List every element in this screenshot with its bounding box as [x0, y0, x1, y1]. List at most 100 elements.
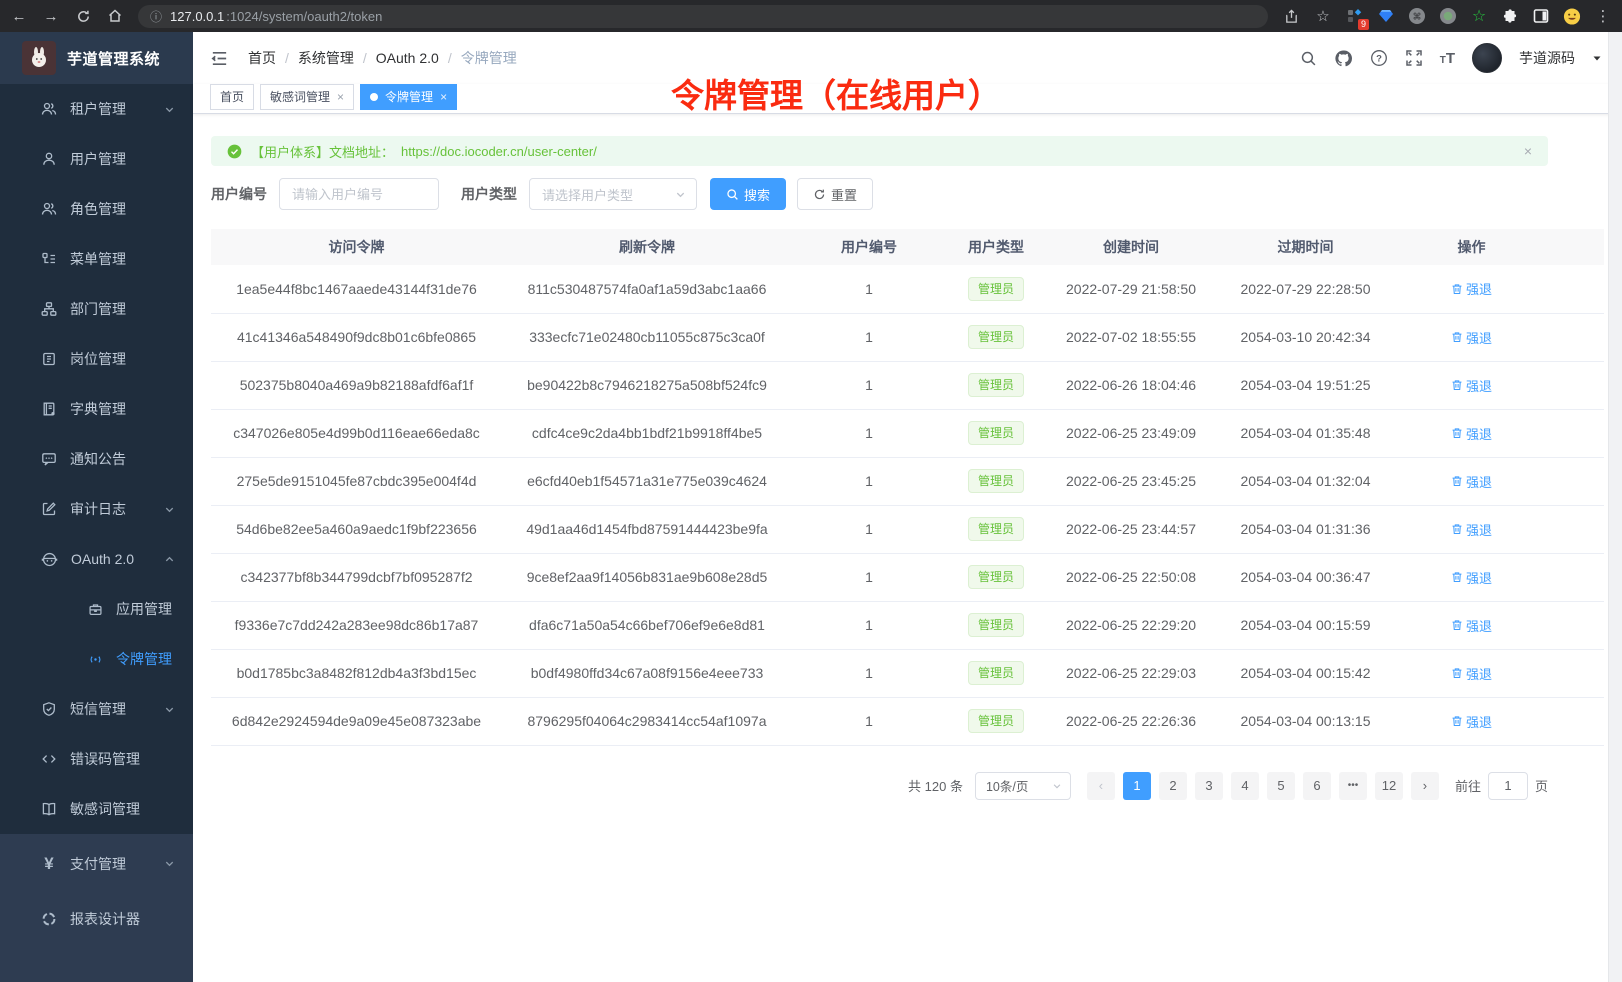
sidebar-item-sensitive-words[interactable]: 敏感词管理: [0, 784, 193, 834]
cell-user-id: 1: [792, 265, 946, 313]
breadcrumb-home[interactable]: 首页: [248, 48, 276, 68]
sidebar-item-audit[interactable]: 审计日志: [0, 484, 193, 534]
site-info-icon[interactable]: ⓘ: [150, 8, 162, 25]
sidebar-item-errcode[interactable]: 错误码管理: [0, 734, 193, 784]
sidebar-item-tenant[interactable]: 租户管理: [0, 84, 193, 134]
forward-icon[interactable]: →: [42, 7, 60, 25]
tab-token-active[interactable]: 令牌管理 ×: [360, 84, 457, 110]
logo-row[interactable]: 芋道管理系统: [0, 32, 193, 84]
record-circle-icon[interactable]: [1439, 7, 1457, 25]
caret-down-icon[interactable]: [1592, 53, 1602, 63]
alert-close-icon[interactable]: ×: [1524, 143, 1532, 159]
force-logout-button[interactable]: 强退: [1451, 376, 1492, 395]
cell-user-type: 管理员: [946, 313, 1046, 361]
next-page-button[interactable]: ›: [1411, 772, 1439, 800]
force-logout-button[interactable]: 强退: [1451, 279, 1492, 298]
sidebar-item-label: 支付管理: [70, 854, 126, 874]
sidebar-item-label: 租户管理: [70, 99, 126, 119]
page-scrollbar[interactable]: [1608, 32, 1622, 982]
sidebar-item-dept[interactable]: 部门管理: [0, 284, 193, 334]
breadcrumb-oauth[interactable]: OAuth 2.0: [376, 50, 439, 66]
force-logout-button[interactable]: 强退: [1451, 712, 1492, 731]
sidebar-item-post[interactable]: 岗位管理: [0, 334, 193, 384]
col-actions: 操作: [1395, 229, 1548, 265]
share-icon[interactable]: [1282, 7, 1300, 25]
page-button-6[interactable]: 6: [1303, 772, 1331, 800]
font-size-icon[interactable]: TT: [1440, 51, 1455, 66]
sidebar-item-oauth[interactable]: OAuth 2.0: [0, 534, 193, 584]
force-logout-button[interactable]: 强退: [1451, 520, 1492, 539]
breadcrumb-system[interactable]: 系统管理: [298, 48, 354, 68]
emoji-profile-icon[interactable]: [1563, 7, 1581, 25]
user-type-select[interactable]: 请选择用户类型: [529, 178, 697, 210]
star-extension-icon[interactable]: ☆: [1470, 7, 1488, 25]
command-circle-icon[interactable]: ⌘: [1408, 7, 1426, 25]
col-user-id: 用户编号: [792, 229, 946, 265]
page-button-4[interactable]: 4: [1231, 772, 1259, 800]
force-logout-button[interactable]: 强退: [1451, 328, 1492, 347]
force-logout-button[interactable]: 强退: [1451, 616, 1492, 635]
force-logout-button[interactable]: 强退: [1451, 568, 1492, 587]
cell-expires: 2054-03-04 19:51:25: [1216, 361, 1395, 409]
alert-doc-link[interactable]: https://doc.iocoder.cn/user-center/: [401, 144, 597, 159]
page-button-5[interactable]: 5: [1267, 772, 1295, 800]
close-icon[interactable]: ×: [337, 90, 344, 104]
sidebar-item-role[interactable]: 角色管理: [0, 184, 193, 234]
trash-icon: [1451, 667, 1463, 679]
reset-button[interactable]: 重置: [797, 178, 873, 210]
search-icon[interactable]: [1300, 50, 1317, 67]
force-logout-button[interactable]: 强退: [1451, 424, 1492, 443]
user-name[interactable]: 芋道源码: [1519, 48, 1575, 68]
avatar[interactable]: [1472, 43, 1502, 73]
page-button-1[interactable]: 1: [1123, 772, 1151, 800]
help-icon[interactable]: ?: [1370, 49, 1388, 67]
sidebar-item-notice[interactable]: 通知公告: [0, 434, 193, 484]
github-icon[interactable]: [1334, 49, 1353, 68]
sidebar-item-user[interactable]: 用户管理: [0, 134, 193, 184]
search-button[interactable]: 搜索: [710, 178, 786, 210]
sidebar-subitem-oauth-token[interactable]: 令牌管理: [0, 634, 193, 684]
chevron-down-icon: [164, 704, 175, 715]
sidebar-fold-icon[interactable]: [210, 49, 229, 68]
breadcrumb: 首页 / 系统管理 / OAuth 2.0 / 令牌管理: [248, 48, 517, 68]
sidebar-item-dict[interactable]: 字典管理: [0, 384, 193, 434]
force-logout-button[interactable]: 强退: [1451, 472, 1492, 491]
sidebar-subitem-oauth-app[interactable]: 应用管理: [0, 584, 193, 634]
fullscreen-icon[interactable]: [1405, 49, 1423, 67]
reload-icon[interactable]: [74, 7, 92, 25]
gem-icon[interactable]: [1377, 7, 1395, 25]
ext-blocks-icon[interactable]: 9: [1346, 7, 1364, 25]
page-button-3[interactable]: 3: [1195, 772, 1223, 800]
cell-actions: 强退: [1395, 601, 1548, 649]
address-bar[interactable]: ⓘ 127.0.0.1:1024/system/oauth2/token: [138, 5, 1268, 28]
sidebar-item-report-designer[interactable]: 报表设计器: [0, 891, 193, 946]
home-icon[interactable]: [106, 7, 124, 25]
cell-expires: 2054-03-04 00:36:47: [1216, 553, 1395, 601]
close-icon[interactable]: ×: [440, 90, 447, 104]
sidebar-item-menu[interactable]: 菜单管理: [0, 234, 193, 284]
sidebar-panel-icon[interactable]: [1532, 7, 1550, 25]
back-icon[interactable]: ←: [10, 7, 28, 25]
page-ellipsis[interactable]: •••: [1339, 772, 1367, 800]
kebab-menu-icon[interactable]: ⋮: [1594, 7, 1612, 25]
page-size-select[interactable]: 10条/页: [975, 772, 1071, 800]
cell-refresh-token: 49d1aa46d1454fbd87591444423be9fa: [502, 505, 792, 553]
sidebar-item-label: 字典管理: [70, 399, 126, 419]
page-jump-input[interactable]: [1488, 772, 1528, 800]
cell-user-id: 1: [792, 505, 946, 553]
force-logout-button[interactable]: 强退: [1451, 664, 1492, 683]
cell-actions: 强退: [1395, 457, 1548, 505]
cell-created: 2022-06-25 23:45:25: [1046, 457, 1216, 505]
page-button-12[interactable]: 12: [1375, 772, 1403, 800]
trash-icon: [1451, 331, 1463, 343]
prev-page-button[interactable]: ‹: [1087, 772, 1115, 800]
sidebar-item-pay[interactable]: ¥ 支付管理: [0, 836, 193, 891]
tab-sensitive-words[interactable]: 敏感词管理 ×: [260, 84, 354, 110]
page-button-2[interactable]: 2: [1159, 772, 1187, 800]
bookmark-star-icon[interactable]: ☆: [1314, 7, 1332, 25]
sidebar-item-sms[interactable]: 短信管理: [0, 684, 193, 734]
puzzle-extensions-icon[interactable]: [1501, 7, 1519, 25]
tab-home[interactable]: 首页: [210, 84, 254, 110]
cell-actions: 强退: [1395, 409, 1548, 457]
user-id-input[interactable]: [279, 178, 439, 210]
